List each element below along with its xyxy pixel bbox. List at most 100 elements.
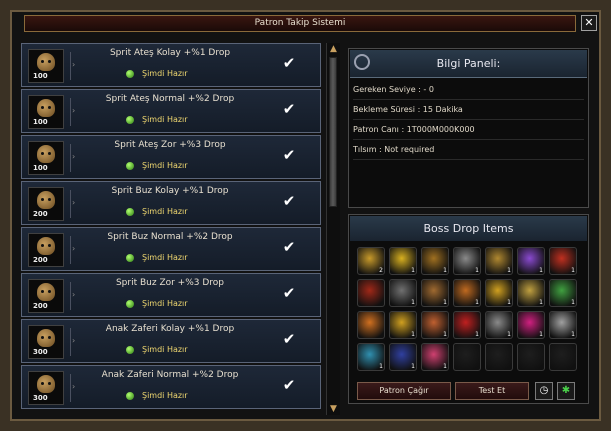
settings-icon[interactable]: ✱: [557, 382, 575, 400]
divider: [70, 374, 71, 402]
item-count: 1: [411, 299, 415, 306]
boss-name: Anak Zaferi Normal +%2 Drop: [101, 370, 239, 380]
skull-icon: [37, 145, 55, 163]
close-button[interactable]: ✕: [581, 15, 597, 31]
skull-icon: [37, 99, 55, 117]
boss-name: Sprit Buz Kolay +%1 Drop: [111, 186, 229, 196]
call-boss-button[interactable]: Patron Çağır: [357, 382, 451, 400]
pink-gem-icon[interactable]: 1: [517, 311, 545, 339]
drop-panel-title: Boss Drop Items: [350, 216, 587, 241]
fire-armor-icon[interactable]: 1: [421, 311, 449, 339]
checkmark-icon[interactable]: ✔: [280, 100, 298, 118]
timer-icon[interactable]: ◷: [535, 382, 553, 400]
scroll-down-icon[interactable]: ▼: [327, 403, 340, 415]
blue-pet-icon[interactable]: 1: [389, 343, 417, 371]
status-indicator-icon: [126, 70, 134, 78]
treasure-chest-icon[interactable]: 1: [421, 247, 449, 275]
checkmark-icon[interactable]: ✔: [280, 238, 298, 256]
gold-armor-icon[interactable]: 1: [389, 311, 417, 339]
cross-shield-icon[interactable]: 1: [485, 311, 513, 339]
wing-icon[interactable]: 1: [549, 279, 577, 307]
wait-time: Bekleme Süresi : 15 Dakika: [353, 101, 584, 120]
status-indicator-icon: [126, 208, 134, 216]
silver-glove-icon[interactable]: 1: [549, 311, 577, 339]
item-count: 1: [379, 363, 383, 370]
blue-dragon-icon[interactable]: 1: [357, 343, 385, 371]
boss-row[interactable]: 200 › Sprit Buz Zor +%3 Drop Şimdi Hazır ✔: [21, 273, 321, 317]
checkmark-icon[interactable]: ✔: [280, 192, 298, 210]
boss-list-scrollbar[interactable]: ▲ ▼: [326, 43, 340, 415]
gold-pouch-icon[interactable]: 1: [389, 247, 417, 275]
test-button[interactable]: Test Et: [455, 382, 529, 400]
boss-row[interactable]: 100 › Sprit Ateş Kolay +%1 Drop Şimdi Hazır…: [21, 43, 321, 87]
gold-chest-icon[interactable]: 1: [485, 247, 513, 275]
chevron-right-icon: ›: [72, 336, 76, 345]
red-orb-icon[interactable]: 1: [549, 247, 577, 275]
item-count: 1: [443, 267, 447, 274]
boss-row[interactable]: 100 › Sprit Ateş Zor +%3 Drop Şimdi Hazır ✔: [21, 135, 321, 179]
pink-ring-icon[interactable]: 1: [421, 343, 449, 371]
checkmark-icon[interactable]: ✔: [280, 330, 298, 348]
boss-level: 300: [33, 348, 48, 356]
skull-icon: [37, 329, 55, 347]
info-panel: Bilgi Paneli: Gereken Seviye : - 0 Bekle…: [348, 48, 589, 208]
boss-name: Sprit Ateş Normal +%2 Drop: [105, 94, 235, 104]
red-armor-icon[interactable]: 1: [453, 311, 481, 339]
divider: [70, 282, 71, 310]
boss-level: 300: [33, 394, 48, 402]
item-count: 1: [411, 363, 415, 370]
flame-sword-icon[interactable]: [357, 311, 385, 339]
scroll-thumb[interactable]: [329, 57, 337, 207]
bag-icon[interactable]: 1: [421, 279, 449, 307]
book-icon[interactable]: 1: [389, 279, 417, 307]
checkmark-icon[interactable]: ✔: [280, 376, 298, 394]
item-count: 1: [475, 267, 479, 274]
empty-slot-icon[interactable]: [453, 343, 481, 371]
item-count: 1: [571, 331, 575, 338]
boss-row[interactable]: 200 › Sprit Buz Kolay +%1 Drop Şimdi Hazır ✔: [21, 181, 321, 225]
item-count: 2: [379, 267, 383, 274]
divider: [70, 98, 71, 126]
boss-health: Patron Canı : 1T000M000K000: [353, 121, 584, 140]
boss-row[interactable]: 300 › Anak Zaferi Kolay +%1 Drop Şimdi Hazı…: [21, 319, 321, 363]
purple-gem-icon[interactable]: 1: [517, 247, 545, 275]
status-indicator-icon: [126, 116, 134, 124]
alarm-clock-icon: [354, 54, 370, 70]
boss-row[interactable]: 200 › Sprit Buz Normal +%2 Drop Şimdi Hazır…: [21, 227, 321, 271]
boss-status: Şimdi Hazır: [142, 69, 188, 78]
helmet-icon[interactable]: 1: [453, 247, 481, 275]
boss-name: Sprit Ateş Zor +%3 Drop: [114, 140, 226, 150]
empty-slot-icon[interactable]: [549, 343, 577, 371]
pet-icon[interactable]: 1: [517, 279, 545, 307]
boss-portrait: 200: [28, 279, 64, 313]
empty-slot-icon[interactable]: [485, 343, 513, 371]
checkmark-icon[interactable]: ✔: [280, 146, 298, 164]
checkmark-icon[interactable]: ✔: [280, 284, 298, 302]
status-indicator-icon: [126, 300, 134, 308]
boss-status: Şimdi Hazır: [142, 253, 188, 262]
boss-list: 100 › Sprit Ateş Kolay +%1 Drop Şimdi Hazır…: [21, 43, 321, 412]
boss-row[interactable]: 300 › Anak Zaferi Normal +%2 Drop Şimdi Haz…: [21, 365, 321, 409]
divider: [70, 328, 71, 356]
item-count: 1: [411, 267, 415, 274]
divider: [70, 52, 71, 80]
empty-slot-icon[interactable]: [517, 343, 545, 371]
chevron-right-icon: ›: [72, 244, 76, 253]
chevron-right-icon: ›: [72, 290, 76, 299]
star-relic-icon[interactable]: 2: [357, 247, 385, 275]
boss-level: 200: [33, 302, 48, 310]
boss-status: Şimdi Hazır: [142, 207, 188, 216]
scroll-up-icon[interactable]: ▲: [327, 43, 340, 55]
window-title: Patron Takip Sistemi: [24, 15, 576, 32]
item-count: 1: [507, 267, 511, 274]
checkmark-icon[interactable]: ✔: [280, 54, 298, 72]
red-scroll-icon[interactable]: [357, 279, 385, 307]
beast-head-icon[interactable]: 1: [453, 279, 481, 307]
gold-armor-icon[interactable]: 1: [485, 279, 513, 307]
boss-portrait: 100: [28, 49, 64, 83]
item-count: 1: [539, 267, 543, 274]
boss-portrait: 100: [28, 141, 64, 175]
boss-row[interactable]: 100 › Sprit Ateş Normal +%2 Drop Şimdi Hazı…: [21, 89, 321, 133]
chevron-right-icon: ›: [72, 152, 76, 161]
boss-portrait: 100: [28, 95, 64, 129]
